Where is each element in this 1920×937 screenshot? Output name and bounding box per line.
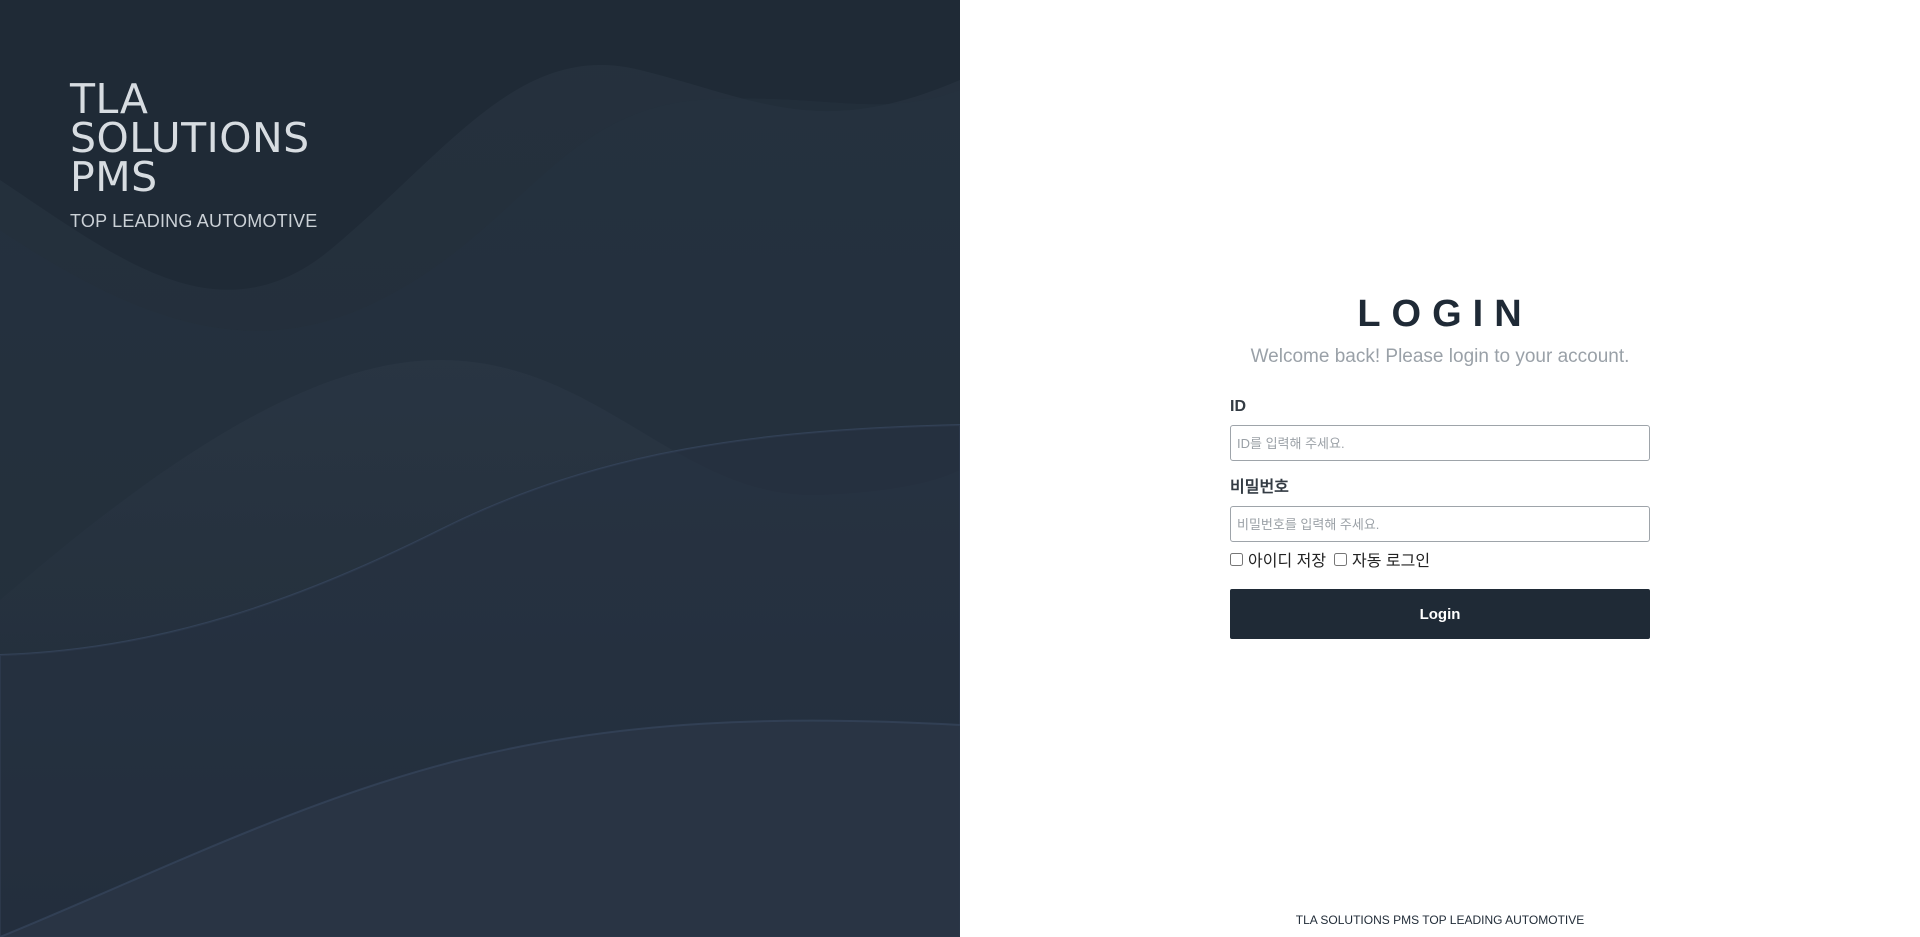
id-label: ID (1230, 398, 1246, 415)
auto-login-label: 자동 로그인 (1352, 553, 1431, 570)
login-form: LOGIN Welcome back! Please login to your… (1230, 290, 1650, 639)
password-input[interactable] (1230, 506, 1650, 542)
auto-login-option[interactable]: 자동 로그인 (1334, 547, 1430, 571)
brand-panel: TLA SOLUTIONS PMS TOP LEADING AUTOMOTIVE (0, 0, 960, 937)
login-subtitle: Welcome back! Please login to your accou… (1250, 346, 1630, 367)
password-label: 비밀번호 (1230, 479, 1289, 496)
login-title: LOGIN (1357, 293, 1533, 335)
auto-login-checkbox[interactable] (1334, 552, 1348, 566)
login-button[interactable]: Login (1230, 589, 1650, 639)
id-input[interactable] (1230, 425, 1650, 461)
brand-block: TLA SOLUTIONS PMS TOP LEADING AUTOMOTIVE (70, 75, 318, 232)
brand-subtitle: TOP LEADING AUTOMOTIVE (70, 211, 318, 231)
remember-id-label: 아이디 저장 (1248, 553, 1327, 570)
remember-id-option[interactable]: 아이디 저장 (1230, 547, 1326, 571)
footer-text: TLA SOLUTIONS PMS TOP LEADING AUTOMOTIVE (1295, 913, 1585, 927)
login-options: 아이디 저장 자동 로그인 (1230, 547, 1650, 571)
brand-title: TLA SOLUTIONS PMS (70, 75, 310, 201)
login-panel: LOGIN Welcome back! Please login to your… (960, 0, 1920, 937)
login-page: TLA SOLUTIONS PMS TOP LEADING AUTOMOTIVE… (0, 0, 1920, 937)
remember-id-checkbox[interactable] (1230, 552, 1243, 566)
